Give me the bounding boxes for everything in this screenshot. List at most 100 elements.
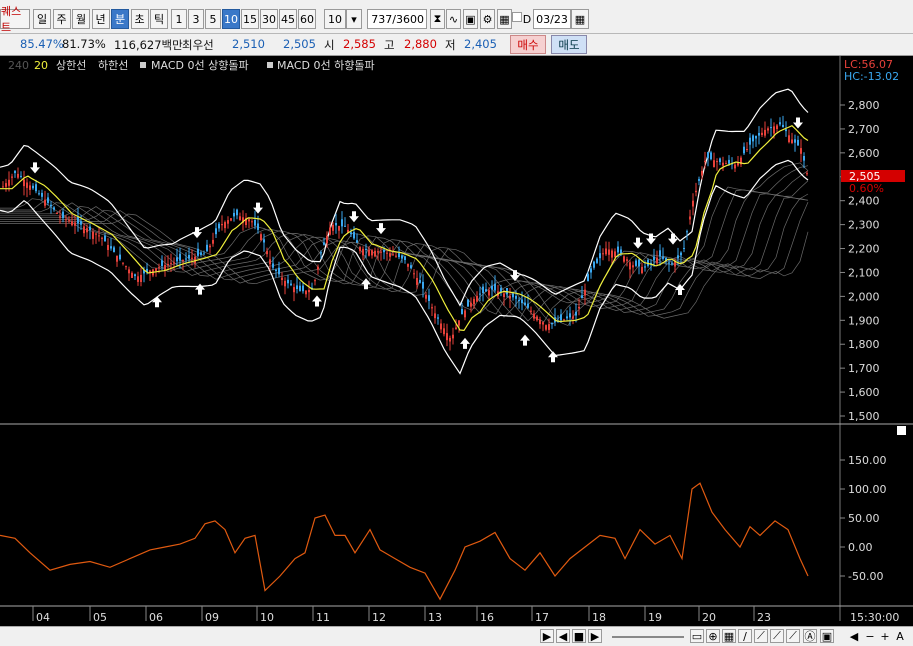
- candle-body: [605, 248, 607, 255]
- candle-body: [377, 251, 379, 253]
- legend-up-marker: [140, 62, 146, 68]
- candle-body: [395, 255, 397, 257]
- settings-icon[interactable]: ▦: [497, 9, 512, 29]
- period-button[interactable]: 틱: [150, 9, 168, 29]
- candle-icon[interactable]: ⧗: [430, 9, 445, 29]
- candle-body: [785, 129, 787, 132]
- candle-body: [806, 173, 808, 175]
- scroll-left-icon[interactable]: ◀: [847, 629, 861, 643]
- candle-body: [221, 224, 223, 226]
- period-button[interactable]: 분: [111, 9, 129, 29]
- play-icon[interactable]: ▶: [540, 629, 554, 643]
- date-input[interactable]: 03/23: [533, 9, 571, 29]
- panel-close-icon[interactable]: [897, 426, 906, 435]
- x-tick-label: 18: [592, 611, 606, 624]
- interval-button[interactable]: 3: [188, 9, 204, 29]
- sell-button[interactable]: 매도: [551, 35, 587, 54]
- x-tick-label: 11: [316, 611, 330, 624]
- tab-label[interactable]: 퀘스트: [0, 5, 30, 34]
- candle-body: [122, 262, 124, 264]
- candle-body: [611, 250, 613, 258]
- interval-button[interactable]: 30: [260, 9, 278, 29]
- candle-body: [344, 225, 346, 227]
- count-input[interactable]: 737/3600: [367, 9, 427, 29]
- candle-body: [527, 303, 529, 308]
- candle-body: [206, 244, 208, 252]
- gear-icon[interactable]: ⚙: [480, 9, 495, 29]
- candle-body: [14, 170, 16, 174]
- line-chart-icon[interactable]: ∿: [446, 9, 461, 29]
- interval-button[interactable]: 15: [241, 9, 259, 29]
- candle-body: [680, 252, 682, 256]
- low-label: 저: [445, 38, 456, 52]
- candle-body: [749, 137, 751, 145]
- settings-icon-2[interactable]: ▣: [820, 629, 834, 643]
- candle-body: [68, 220, 70, 222]
- candle-body: [548, 324, 550, 330]
- candle-body: [224, 222, 226, 229]
- save-icon[interactable]: ▣: [463, 9, 478, 29]
- zoom-icon[interactable]: ▭: [690, 629, 704, 643]
- price-tick-label: 2,800: [848, 99, 880, 112]
- osc-tick-label: 50.00: [848, 512, 880, 525]
- crosshair-icon[interactable]: ⊕: [706, 629, 720, 643]
- candle-body: [80, 221, 82, 225]
- chart-area[interactable]: 240 20 상한선 하한선 MACD 0선 상향돌파 MACD 0선 하향돌파…: [0, 56, 913, 626]
- trend3-icon[interactable]: ⟋: [786, 629, 800, 643]
- trend-icon[interactable]: ⟋: [754, 629, 768, 643]
- candle-body: [251, 221, 253, 223]
- candle-body: [110, 246, 112, 249]
- period-button[interactable]: 일: [33, 9, 51, 29]
- zoom-in-icon[interactable]: +: [878, 629, 892, 643]
- calendar-icon[interactable]: ▦: [571, 9, 589, 29]
- candle-body: [23, 179, 25, 187]
- draw-icon[interactable]: ∕: [738, 629, 752, 643]
- candle-body: [632, 265, 634, 268]
- interval-button[interactable]: 45: [279, 9, 297, 29]
- font-size-icon[interactable]: A: [893, 629, 907, 643]
- period-button[interactable]: 년: [91, 9, 110, 29]
- candle-body: [563, 319, 565, 321]
- interval-button[interactable]: 1: [171, 9, 187, 29]
- period-button[interactable]: 월: [72, 9, 90, 29]
- candle-body: [185, 258, 187, 260]
- rewind-icon[interactable]: ◀: [556, 629, 570, 643]
- candle-body: [191, 257, 193, 259]
- candle-body: [269, 259, 271, 265]
- grid-icon[interactable]: ▦: [722, 629, 736, 643]
- candle-body: [212, 239, 214, 244]
- forward-icon[interactable]: ▶: [588, 629, 602, 643]
- osc-tick-label: 100.00: [848, 483, 887, 496]
- candle-body: [590, 268, 592, 273]
- x-tick-label: 05: [93, 611, 107, 624]
- candle-body: [128, 269, 130, 274]
- interval-button[interactable]: 5: [205, 9, 221, 29]
- chevron-down-icon[interactable]: ▾: [346, 9, 362, 29]
- price-tick-label: 1,900: [848, 314, 880, 327]
- candle-body: [20, 175, 22, 177]
- candle-body: [494, 283, 496, 291]
- candle-body: [536, 316, 538, 321]
- interval-button[interactable]: 10: [222, 9, 240, 29]
- candle-body: [419, 279, 421, 283]
- text-icon[interactable]: Ⓐ: [803, 629, 817, 643]
- scroll-track[interactable]: [612, 636, 684, 638]
- buy-button[interactable]: 매수: [510, 35, 546, 54]
- candle-body: [416, 278, 418, 285]
- candle-body: [512, 293, 514, 298]
- stop-icon[interactable]: ■: [572, 629, 586, 643]
- candle-body: [290, 283, 292, 286]
- trend2-icon[interactable]: ⟋: [770, 629, 784, 643]
- candle-body: [386, 252, 388, 254]
- x-tick-label: 12: [372, 611, 386, 624]
- candle-body: [473, 298, 475, 305]
- bottom-toolbar: ▶ ◀ ■ ▶ ▭ ⊕ ▦ ∕ ⟋ ⟋ ⟋ Ⓐ ▣ ◀ − + A: [0, 626, 913, 646]
- zoom-out-icon[interactable]: −: [863, 629, 877, 643]
- interval-select[interactable]: 10: [324, 9, 346, 29]
- candle-body: [722, 162, 724, 166]
- candle-body: [707, 152, 709, 159]
- candle-body: [131, 272, 133, 278]
- period-button[interactable]: 주: [52, 9, 71, 29]
- interval-button[interactable]: 60: [298, 9, 316, 29]
- period-button[interactable]: 초: [130, 9, 149, 29]
